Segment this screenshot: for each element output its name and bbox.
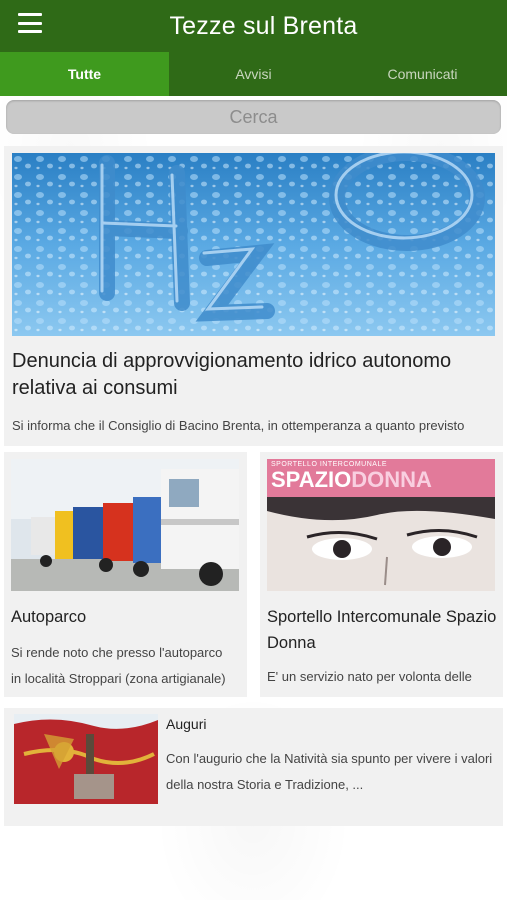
news-title: Sportello Intercomunale Spazio Donna xyxy=(267,608,497,652)
news-excerpt: E' un servizio nato per volonta delle xyxy=(267,669,472,684)
tab-tutte[interactable]: Tutte xyxy=(0,52,169,96)
woman-eyes-illustration xyxy=(267,497,495,591)
image-caption-donna: DONNA xyxy=(351,467,432,492)
search-input[interactable] xyxy=(6,100,501,134)
app-title: Tezze sul Brenta xyxy=(169,11,358,40)
tab-avvisi[interactable]: Avvisi xyxy=(169,52,338,96)
news-title: Autoparco xyxy=(11,608,87,626)
trucks-parking-image xyxy=(11,459,239,591)
news-card-spazio-donna[interactable]: SPORTELLO INTERCOMUNALE SPAZIODONNA Spor… xyxy=(260,452,503,697)
news-excerpt: Con l'augurio che la Natività sia spunto… xyxy=(166,751,493,792)
news-title: Denuncia di approvvigionamento idrico au… xyxy=(12,350,452,399)
hamburger-menu-icon[interactable] xyxy=(18,13,42,33)
app-header: Tezze sul Brenta xyxy=(0,0,507,52)
news-excerpt: Si rende noto che presso l'autoparco in … xyxy=(11,645,226,686)
news-title: Auguri xyxy=(166,716,207,732)
news-list-item-auguri[interactable]: Auguri Con l'augurio che la Natività sia… xyxy=(4,708,503,826)
h2o-water-drops-image xyxy=(12,153,495,336)
news-card-featured[interactable]: Denuncia di approvvigionamento idrico au… xyxy=(4,146,503,446)
spazio-donna-image: SPORTELLO INTERCOMUNALE SPAZIODONNA xyxy=(267,459,495,591)
tab-comunicati[interactable]: Comunicati xyxy=(338,52,507,96)
search-bar xyxy=(6,100,501,134)
news-card-autoparco[interactable]: Autoparco Si rende noto che presso l'aut… xyxy=(4,452,247,697)
news-excerpt: Si informa che il Consiglio di Bacino Br… xyxy=(12,418,465,433)
category-tabs: Tutte Avvisi Comunicati xyxy=(0,52,507,96)
venetian-flag-image xyxy=(14,714,158,804)
image-caption-spazio: SPAZIO xyxy=(271,467,352,492)
